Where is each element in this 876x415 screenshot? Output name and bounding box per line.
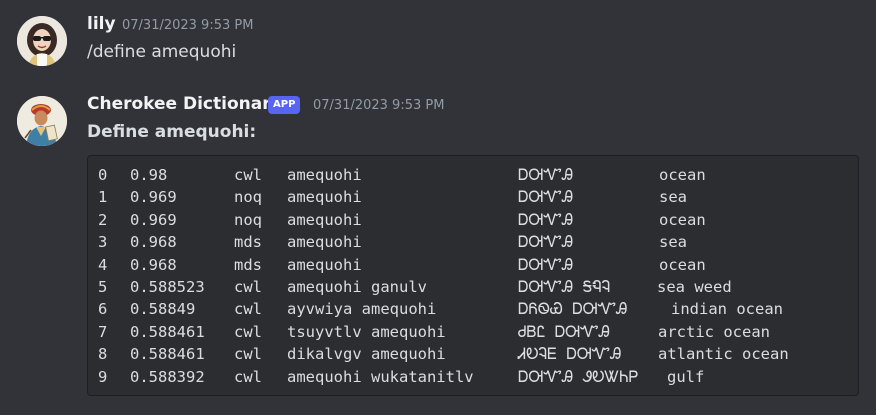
results-code-block[interactable]: 0 0.98 cwl amequohi ᎠᎺᏉᎯ ocean 1 0.969 noq amequo… — [87, 155, 859, 396]
result-index: 4 — [98, 255, 108, 274]
result-source: noq — [234, 210, 262, 229]
result-word: tsuyvtlv amequohi — [287, 322, 446, 341]
result-word: amequohi — [287, 210, 362, 229]
result-english: sea weed — [657, 278, 732, 296]
result-source: noq — [234, 188, 262, 207]
result-word: amequohi — [287, 255, 362, 274]
result-score: 0.588392 — [130, 367, 205, 386]
result-syllabary: ᎠᎺᏉᎯ — [518, 233, 574, 252]
result-source: cwl — [234, 278, 262, 296]
result-score: 0.968 — [130, 255, 177, 274]
bot-avatar-icon[interactable] — [17, 96, 67, 146]
result-score: 0.588461 — [130, 322, 205, 341]
result-source: cwl — [234, 345, 262, 364]
result-index: 6 — [98, 300, 108, 319]
result-index: 7 — [98, 322, 108, 341]
message-timestamp[interactable]: 07/31/2023 9:53 PM — [122, 18, 253, 33]
username-lily[interactable]: lily — [87, 14, 116, 34]
result-syllabary: ᎠᏲᏫᏯ ᎠᎺᏉᎯ — [518, 300, 628, 319]
result-source: cwl — [234, 300, 262, 319]
message-timestamp[interactable]: 07/31/2023 9:53 PM — [313, 98, 444, 113]
result-word: amequohi ganulv — [287, 278, 427, 296]
message-text: /define amequohi — [87, 42, 237, 62]
result-english: ocean — [659, 166, 706, 184]
result-word: amequohi — [287, 166, 362, 184]
result-syllabary: ᎠᎺᏉᎯ ᎦᏄᎸ — [518, 278, 611, 296]
result-syllabary: ᎠᎺᏉᎯ — [518, 188, 574, 207]
result-source: cwl — [234, 166, 262, 184]
result-word: amequohi — [287, 233, 362, 252]
user-avatar-icon[interactable] — [17, 16, 67, 66]
result-word: amequohi — [287, 188, 362, 207]
result-index: 1 — [98, 188, 108, 207]
app-badge: APP — [268, 96, 301, 114]
result-syllabary: ᎠᎺᏉᎯ — [518, 255, 574, 274]
result-word: ayvwiya amequohi — [287, 300, 437, 319]
result-index: 3 — [98, 233, 108, 252]
result-source: mds — [234, 233, 262, 252]
define-heading: Define amequohi: — [87, 122, 257, 142]
result-index: 2 — [98, 210, 108, 229]
result-index: 9 — [98, 367, 108, 386]
result-source: mds — [234, 255, 262, 274]
result-syllabary: ᏗᎧᎸᎬ ᎠᎺᏉᎯ — [518, 345, 622, 364]
result-syllabary: ᎠᎺᏉᎯ ᏭᎧᏔᏂᏢ — [518, 367, 639, 386]
result-score: 0.969 — [130, 210, 177, 229]
result-syllabary: ᏧᏴᏝ ᎠᎺᏉᎯ — [518, 322, 610, 341]
result-english: indian ocean — [671, 300, 783, 319]
result-score: 0.969 — [130, 188, 177, 207]
result-word: amequohi wukatanitlv — [287, 367, 474, 386]
result-english: ocean — [659, 210, 706, 229]
result-word: dikalvgv amequohi — [287, 345, 446, 364]
result-score: 0.58849 — [130, 300, 196, 319]
result-score: 0.588523 — [130, 278, 205, 296]
result-score: 0.968 — [130, 233, 177, 252]
result-syllabary: ᎠᎺᏉᎯ — [518, 210, 574, 229]
result-syllabary: ᎠᎺᏉᎯ — [518, 166, 574, 184]
result-english: gulf — [667, 367, 705, 386]
result-index: 0 — [98, 166, 108, 184]
result-source: cwl — [234, 367, 262, 386]
result-english: atlantic ocean — [658, 345, 789, 364]
result-source: cwl — [234, 322, 262, 341]
result-english: sea — [659, 188, 687, 207]
username-cherokee-dictionary[interactable]: Cherokee Dictionary — [87, 94, 282, 114]
result-score: 0.98 — [130, 166, 168, 184]
result-english: ocean — [659, 255, 706, 274]
result-index: 8 — [98, 345, 108, 364]
result-index: 5 — [98, 278, 108, 296]
result-english: sea — [659, 233, 687, 252]
result-english: arctic ocean — [658, 322, 770, 341]
result-score: 0.588461 — [130, 345, 205, 364]
